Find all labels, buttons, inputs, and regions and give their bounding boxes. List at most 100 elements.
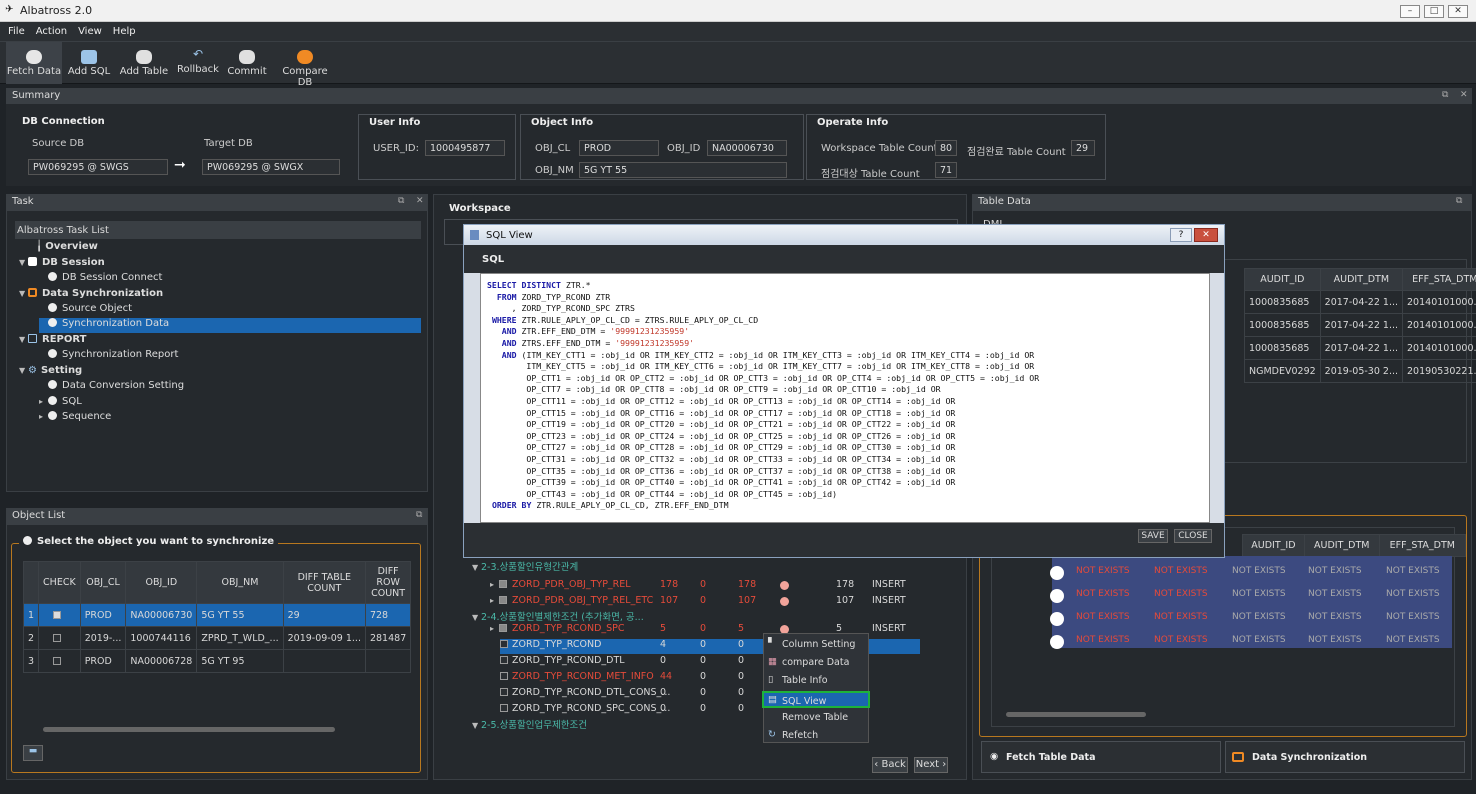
horizontal-scrollbar[interactable]	[43, 727, 335, 732]
col-check[interactable]: CHECK	[38, 561, 81, 604]
add-sql-button[interactable]: Add SQL	[66, 42, 112, 84]
tree-group[interactable]: ▼ 2-5.상품할인업무제한조건	[472, 717, 587, 732]
table-row[interactable]: ZORD_TYP_RCOND_DTL_CONS_... 0 0 0	[500, 687, 744, 702]
col-obj-nm[interactable]: OBJ_NM	[196, 561, 284, 604]
table-row[interactable]: 1000835685 2017-04-22 1... 20140101000...	[1244, 290, 1476, 314]
row-icon[interactable]	[1050, 589, 1064, 603]
menu-item-remove-table[interactable]: Remove Table	[764, 709, 868, 726]
source-db-field[interactable]: PW069295 @ SWGS	[28, 159, 168, 175]
table-row[interactable]: ▸ ZORD_PDR_OBJ_TYP_REL 178 0 178 178 INSERT	[490, 579, 936, 594]
close-window-button[interactable]: ✕	[1448, 5, 1468, 18]
table-row[interactable]: NGMDEV0292 2019-05-30 2... 20190530221...	[1244, 359, 1476, 383]
horizontal-scrollbar[interactable]	[1006, 712, 1146, 717]
row-icon[interactable]	[1050, 635, 1064, 649]
menu-action[interactable]: Action	[28, 22, 70, 37]
tree-item-synchronization-data[interactable]: Synchronization Data	[39, 318, 421, 333]
expand-icon[interactable]: ▼	[19, 366, 28, 375]
menu-view[interactable]: View	[70, 22, 105, 37]
maximize-button[interactable]: □	[1424, 5, 1444, 18]
row-checkbox[interactable]	[53, 633, 62, 642]
tree-item-report[interactable]: ▼ REPORT	[19, 334, 86, 349]
eye-icon	[26, 50, 42, 64]
back-button[interactable]: ‹ Back	[872, 757, 908, 773]
tree-group[interactable]: ▼ 2-3.상품할인유형간관계	[472, 559, 578, 574]
table-row[interactable]: ZORD_TYP_RCOND_DTL 0 0 0	[500, 655, 744, 670]
col-diff-table-count[interactable]: DIFF TABLE COUNT	[282, 561, 366, 604]
row-icon[interactable]	[1050, 612, 1064, 626]
menu-item-column-setting[interactable]: ▘ Column Setting	[764, 636, 868, 653]
col-obj-id[interactable]: OBJ_ID	[125, 561, 198, 604]
table-row[interactable]: ZORD_TYP_RCOND_SPC_CONS_... 0 0 0	[500, 703, 744, 718]
tree-item-sync-report[interactable]: Synchronization Report	[39, 349, 178, 364]
menu-item-table-info[interactable]: ▯ Table Info	[764, 672, 868, 689]
tree-group[interactable]: ▼ 2-4.상품할인별제한조건 (추가화면, 공...	[472, 609, 644, 624]
save-button[interactable]: SAVE	[1138, 529, 1168, 543]
row-checkbox[interactable]	[53, 610, 62, 619]
next-button[interactable]: Next ›	[914, 757, 948, 773]
task-tree: ╽ Overview ▼ DB Session DB Session Connec…	[15, 241, 421, 481]
tree-item-source-object[interactable]: Source Object	[39, 303, 132, 318]
fetch-table-data-button[interactable]: ◉ Fetch Table Data	[981, 741, 1221, 773]
restore-icon[interactable]: ⧉	[416, 510, 422, 520]
menu-item-sql-view[interactable]: ▤ SQL View	[762, 691, 870, 708]
chevron-right-icon[interactable]: ▸	[39, 412, 48, 421]
tree-item-db-session-connect[interactable]: DB Session Connect	[39, 272, 162, 287]
folder-icon[interactable]: ▬	[23, 745, 43, 761]
tree-item-sql[interactable]: ▸ SQL	[39, 396, 82, 411]
obj-nm-field[interactable]: 5G YT 55	[579, 162, 787, 178]
sql-line: OP_CTT7 = :obj_id OR OP_CTT8 = :obj_id O…	[487, 384, 941, 395]
help-button[interactable]: ?	[1170, 228, 1192, 242]
menu-item-refetch[interactable]: ↻ Refetch	[764, 727, 868, 744]
tree-item-data-conversion[interactable]: Data Conversion Setting	[39, 380, 184, 395]
col-audit-id[interactable]: AUDIT_ID	[1244, 268, 1321, 291]
menu-item-compare-data[interactable]: ▦ compare Data	[764, 654, 868, 671]
dialog-close-button[interactable]: ✕	[1194, 228, 1218, 242]
restore-icon[interactable]: ⧉	[398, 196, 404, 206]
close-icon[interactable]: ✕	[416, 196, 424, 206]
sql-line: OP_CTT31 = :obj_id OR OP_CTT32 = :obj_id…	[487, 453, 956, 464]
col-obj-cl[interactable]: OBJ_CL	[79, 561, 127, 604]
user-id-field[interactable]: 1000495877	[425, 140, 505, 156]
row-checkbox[interactable]	[53, 656, 62, 665]
fetch-data-button[interactable]: Fetch Data	[6, 42, 62, 84]
table-row[interactable]: 3 PROD NA00006728 5G YT 95	[22, 649, 412, 673]
tree-item-setting[interactable]: ▼ ⚙ Setting	[19, 365, 82, 380]
add-table-button[interactable]: Add Table	[118, 42, 170, 84]
row-icon[interactable]	[1050, 566, 1064, 580]
table-row[interactable]: 1000835685 2017-04-22 1... 20140101000...	[1244, 336, 1476, 360]
eye-icon: ◉	[990, 751, 999, 762]
col-eff-sta-dtm[interactable]: EFF_STA_DTM	[1402, 268, 1476, 291]
close-button[interactable]: CLOSE	[1174, 529, 1212, 543]
table-row[interactable]: ▸ ZORD_PDR_OBJ_TYP_REL_ETC 107 0 107 107 INSER…	[490, 595, 936, 610]
data-synchronization-button[interactable]: Data Synchronization	[1225, 741, 1465, 773]
col-audit-dtm[interactable]: AUDIT_DTM	[1319, 268, 1404, 291]
menu-help[interactable]: Help	[105, 22, 139, 37]
chevron-right-icon[interactable]: ▸	[39, 397, 48, 406]
restore-icon[interactable]: ⧉	[1442, 90, 1448, 100]
commit-button[interactable]: Commit	[226, 42, 268, 84]
table-row[interactable]: ZORD_TYP_RCOND_MET_INFO4400▯44	[500, 671, 796, 686]
expand-icon[interactable]: ▼	[19, 335, 28, 344]
sql-editor[interactable]: SELECT DISTINCT ZTR.* FROM ZORD_TYP_RCON…	[480, 273, 1210, 523]
table-row[interactable]: 2 2019-... 1000744116 ZPRD_T_WLD_... 2019-0…	[22, 626, 412, 650]
tree-item-db-session[interactable]: ▼ DB Session	[19, 257, 105, 272]
table-row[interactable]: 1000835685 2017-04-22 1... 20140101000...	[1244, 313, 1476, 337]
compare-db-button[interactable]: Compare DB	[274, 42, 336, 88]
minimize-button[interactable]: –	[1400, 5, 1420, 18]
col-diff-row-count[interactable]: DIFF ROW COUNT	[364, 561, 412, 604]
menu-file[interactable]: File	[0, 22, 28, 37]
tree-item-data-sync[interactable]: ▼ Data Synchronization	[19, 288, 163, 303]
obj-cl-field[interactable]: PROD	[579, 140, 659, 156]
tree-item-overview[interactable]: ╽ Overview	[27, 241, 98, 256]
target-db-field[interactable]: PW069295 @ SWGX	[202, 159, 340, 175]
restore-icon[interactable]: ⧉	[1456, 196, 1462, 206]
table-row[interactable]: ▸ ZORD_TYP_RCOND_SPC 5 0 5 5 INSERT	[490, 623, 936, 638]
expand-icon[interactable]: ▼	[19, 289, 28, 298]
close-icon[interactable]: ✕	[1460, 90, 1468, 100]
rollback-button[interactable]: ↶ Rollback	[176, 42, 220, 84]
tree-item-sequence[interactable]: ▸ Sequence	[39, 411, 111, 426]
obj-id-field[interactable]: NA00006730	[707, 140, 787, 156]
summary-panel: DB Connection Source DB Target DB PW0692…	[6, 104, 1472, 186]
table-row[interactable]: 1 PROD NA00006730 5G YT 55 29 728	[22, 603, 412, 627]
expand-icon[interactable]: ▼	[19, 258, 28, 267]
